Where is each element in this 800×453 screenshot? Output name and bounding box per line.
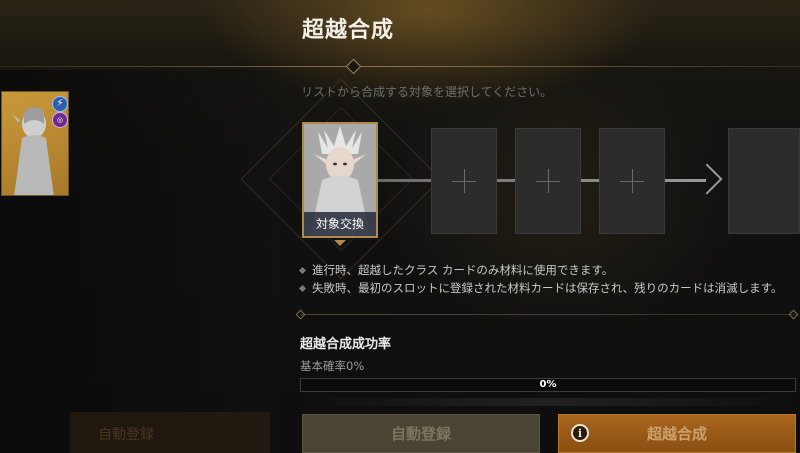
note-text: 進行時、超越したクラス カードのみ材料に使用できます。 [312,263,614,277]
material-slot[interactable] [515,128,581,234]
list-card[interactable]: ⚡ ◎ [1,91,69,196]
page-title: 超越合成 [302,18,395,43]
background-ghost-row [300,398,796,406]
material-slot[interactable] [599,128,665,234]
background-button-ghost: 自動登録 [70,412,270,453]
info-icon[interactable]: i [571,424,589,442]
result-slot [728,128,800,234]
bullet-icon [298,266,307,275]
success-rate-title: 超越合成成功率 [300,337,392,352]
header-divider [0,66,800,67]
notes-list: 進行時、超越したクラス カードのみ材料に使用できます。 失敗時、最初のスロットに… [298,261,783,297]
bullet-icon [298,284,307,293]
success-rate-value: 0% [539,379,557,390]
transcend-button[interactable]: i 超越合成 [558,414,796,453]
success-rate-bar: 0% [300,378,796,392]
swap-target-button[interactable]: 対象交換 [304,212,376,236]
auto-register-label: 自動登録 [390,425,451,443]
note-item: 失敗時、最初のスロットに登録された材料カードは保存され、残りのカードは消滅します… [298,279,783,297]
crosshair-icon-vertical [464,169,465,193]
bolt-icon: ⚡ [52,96,68,112]
background-button-ghost-label: 自動登録 [98,427,154,443]
section-divider [300,314,796,315]
auto-register-button[interactable]: 自動登録 [302,414,540,453]
base-rate-text: 基本確率0% [300,359,365,373]
note-item: 進行時、超越したクラス カードのみ材料に使用できます。 [298,261,782,279]
target-slot[interactable]: 対象交換 [302,122,378,238]
transcend-label: 超越合成 [646,425,707,443]
crosshair-icon-vertical [548,169,549,193]
material-slot[interactable] [431,128,497,234]
class-icon: ◎ [52,112,68,128]
selected-pointer [334,240,346,246]
note-text: 失敗時、最初のスロットに登録された材料カードは保存され、残りのカードは消滅します… [312,281,783,295]
crosshair-icon-vertical [632,169,633,193]
